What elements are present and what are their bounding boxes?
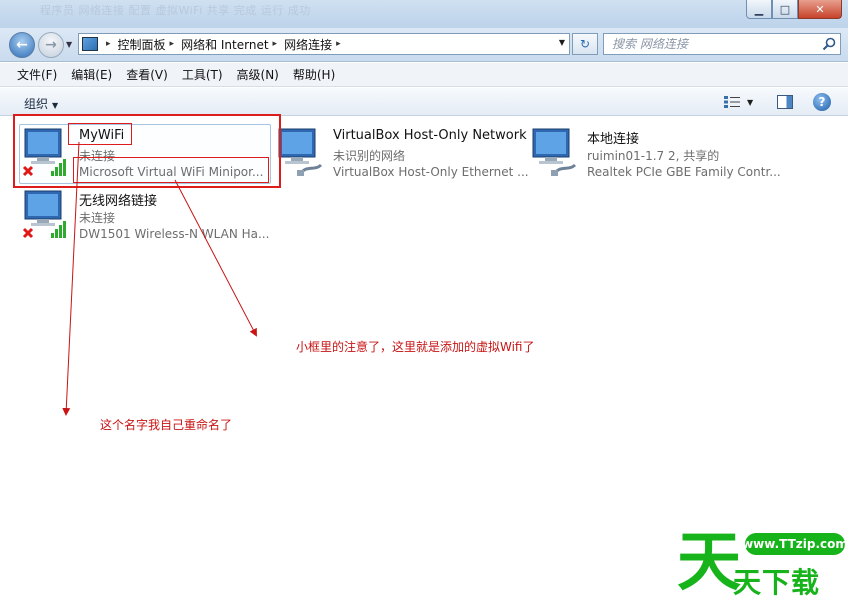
annotation-rename-note: 这个名字我自己重命名了 (100, 418, 233, 432)
address-bar[interactable]: ▸ 控制面板 ▸ 网络和 Internet ▸ 网络连接 ▸ ▼ (78, 33, 570, 55)
forward-button[interactable]: → (38, 32, 64, 58)
window-title: 程序员 网络连接 配置 虚拟WiFi 共享 完成 运行 成功 (40, 4, 311, 17)
adapter-device: DW1501 Wireless-N WLAN Ha... (79, 227, 270, 241)
chevron-right-icon[interactable]: ▸ (170, 39, 175, 49)
history-dropdown-icon[interactable]: ▼ (66, 40, 72, 49)
chevron-right-icon[interactable]: ▸ (336, 39, 341, 49)
address-dropdown-icon[interactable]: ▼ (559, 38, 565, 47)
annotation-name-box (68, 123, 132, 145)
title-bar: 程序员 网络连接 配置 虚拟WiFi 共享 完成 运行 成功 ▁ □ ✕ (0, 0, 848, 28)
adapter-status: 未识别的网络 (333, 149, 406, 163)
adapter-status: ruimin01-1.7 2, 共享的 (587, 149, 720, 163)
watermark-logo: 天 (677, 526, 741, 600)
search-icon[interactable] (822, 37, 836, 51)
connections-list: MyWiFi 未连接 Microsoft Virtual WiFi Minipo… (0, 114, 848, 602)
watermark-url: www.TTzip.com (742, 533, 848, 555)
breadcrumb-network-connections[interactable]: 网络连接 (284, 36, 332, 53)
menu-tools[interactable]: 工具(T) (175, 66, 230, 83)
address-row: ← → ▼ ▸ 控制面板 ▸ 网络和 Internet ▸ 网络连接 ▸ ▼ ↻ (0, 28, 848, 62)
minimize-button[interactable]: ▁ (746, 0, 772, 19)
refresh-button[interactable]: ↻ (572, 33, 598, 55)
annotation-device-box (73, 157, 269, 183)
view-dropdown-icon[interactable]: ▼ (747, 98, 753, 107)
watermark-text: 天下载 (733, 566, 821, 599)
breadcrumb-control-panel[interactable]: 控制面板 (118, 36, 166, 53)
help-icon[interactable]: ? (813, 93, 831, 111)
network-adapter-icon (278, 128, 323, 176)
menu-advanced[interactable]: 高级(N) (230, 66, 286, 83)
adapter-local-connection[interactable]: 本地连接 ruimin01-1.7 2, 共享的 Realtek PCIe GB… (529, 127, 789, 187)
organize-button[interactable]: 组织 ▼ (24, 95, 58, 112)
menu-view[interactable]: 查看(V) (119, 66, 175, 83)
menu-edit[interactable]: 编辑(E) (64, 66, 119, 83)
back-button[interactable]: ← (9, 32, 35, 58)
adapter-name: VirtualBox Host-Only Network (333, 128, 527, 143)
network-adapter-icon (532, 128, 577, 176)
adapter-device: VirtualBox Host-Only Ethernet ... (333, 165, 529, 179)
organize-label: 组织 (24, 97, 49, 111)
window-controls: ▁ □ ✕ (746, 0, 842, 19)
annotation-virtual-wifi-note: 小框里的注意了，这里就是添加的虚拟Wifi了 (296, 340, 535, 354)
adapter-name: 无线网络链接 (79, 194, 158, 209)
command-bar: 组织 ▼ ▼ ? (0, 88, 848, 116)
watermark: 天 www.TTzip.com 天下载 (605, 473, 848, 602)
adapter-virtualbox[interactable]: VirtualBox Host-Only Network 未识别的网络 Virt… (275, 127, 529, 187)
preview-pane-icon[interactable] (777, 95, 793, 109)
adapter-wireless[interactable]: 无线网络链接 未连接 DW1501 Wireless-N WLAN Ha... (21, 189, 271, 249)
menu-bar: 文件(F) 编辑(E) 查看(V) 工具(T) 高级(N) 帮助(H) (0, 63, 848, 87)
menu-file[interactable]: 文件(F) (10, 66, 64, 83)
adapter-name: 本地连接 (587, 132, 640, 147)
chevron-right-icon[interactable]: ▸ (273, 39, 278, 49)
search-input[interactable] (612, 37, 812, 51)
close-button[interactable]: ✕ (798, 0, 842, 19)
adapter-status: 未连接 (79, 211, 116, 225)
control-panel-icon (82, 37, 98, 51)
maximize-button[interactable]: □ (772, 0, 798, 19)
adapter-device: Realtek PCIe GBE Family Contr... (587, 165, 781, 179)
search-box[interactable] (603, 33, 841, 55)
view-options-icon[interactable] (724, 96, 740, 108)
menu-help[interactable]: 帮助(H) (286, 66, 342, 83)
chevron-right-icon[interactable]: ▸ (106, 39, 111, 49)
chevron-down-icon: ▼ (52, 101, 59, 110)
breadcrumb-network-internet[interactable]: 网络和 Internet (181, 36, 268, 53)
network-adapter-icon (22, 190, 66, 239)
